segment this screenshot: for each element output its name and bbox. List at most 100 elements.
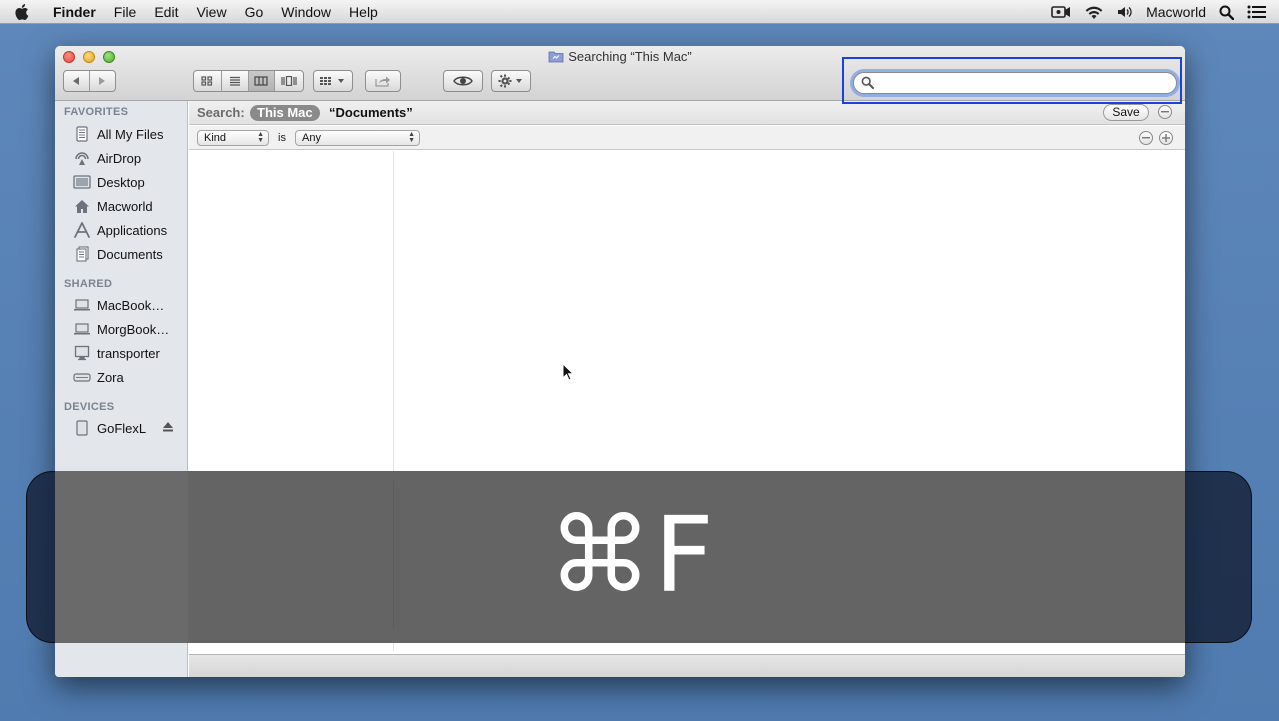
plus-icon (1162, 134, 1170, 142)
sidebar-item-label: MacBook… (97, 297, 165, 313)
minus-icon (1161, 111, 1169, 113)
sidebar-item-transporter[interactable]: transporter (55, 342, 188, 364)
menu-bar: Finder File Edit View Go Window Help Mac… (0, 0, 1279, 24)
sidebar-item-label: Applications (97, 222, 168, 238)
menu-app-name[interactable]: Finder (53, 4, 96, 20)
sidebar-item-morgbook[interactable]: MorgBook… (55, 318, 188, 340)
menu-file[interactable]: File (114, 4, 137, 20)
save-search-button[interactable]: Save (1103, 104, 1149, 121)
server-icon (73, 369, 91, 385)
arrange-icon (320, 77, 344, 85)
desktop-icon (73, 174, 91, 190)
criteria-attribute-value: Kind (204, 132, 227, 144)
user-menu[interactable]: Macworld (1146, 4, 1206, 20)
documents-icon (73, 246, 91, 262)
sidebar-heading-shared: SHARED (64, 278, 113, 290)
search-criteria-row: Kind ▲ ▼ is Any ▲ ▼ (189, 126, 1185, 150)
status-bar (189, 654, 1185, 677)
keyboard-shortcut-label: ⌘F (548, 494, 716, 616)
display-icon (73, 345, 91, 361)
sidebar-item-label: Macworld (97, 198, 153, 214)
sidebar-heading-favorites: FAVORITES (64, 106, 129, 118)
sidebar-item-label: Desktop (97, 174, 145, 190)
eye-icon (453, 76, 473, 86)
back-arrow-icon (73, 77, 80, 85)
sidebar-item-macworld[interactable]: Macworld (55, 195, 188, 217)
minus-icon (1142, 137, 1150, 139)
remove-search-button[interactable] (1158, 105, 1172, 119)
gear-icon (498, 74, 522, 88)
cover-flow-icon (281, 76, 297, 86)
popup-arrows-icon: ▲ ▼ (257, 131, 264, 144)
spotlight-icon[interactable] (1219, 5, 1234, 20)
sidebar-item-zora[interactable]: Zora (55, 366, 188, 388)
eject-icon[interactable] (162, 421, 174, 436)
forward-button[interactable] (90, 71, 115, 91)
search-icon (861, 76, 874, 94)
share-icon (375, 76, 390, 87)
menu-window[interactable]: Window (281, 4, 331, 20)
notification-center-icon[interactable] (1247, 5, 1267, 19)
apple-menu-icon[interactable] (15, 3, 37, 21)
menu-go[interactable]: Go (245, 4, 264, 20)
arrange-button[interactable] (313, 70, 353, 92)
icon-view-button[interactable] (194, 71, 222, 91)
sidebar-item-applications[interactable]: Applications (55, 219, 188, 241)
action-menu-button[interactable] (491, 70, 531, 92)
all-files-icon (73, 126, 91, 142)
menu-edit[interactable]: Edit (154, 4, 178, 20)
sidebar-item-label: Documents (97, 246, 163, 262)
search-scope-bar: Search: This Mac “Documents” Save (189, 101, 1185, 125)
volume-icon[interactable] (1117, 5, 1133, 19)
sidebar-item-label: GoFlexL (97, 420, 147, 436)
overlay-column-divider (393, 481, 394, 629)
sidebar-item-label: transporter (97, 345, 160, 361)
share-button[interactable] (365, 70, 401, 92)
sidebar-item-desktop[interactable]: Desktop (55, 171, 188, 193)
sidebar-item-label: MorgBook… (97, 321, 170, 337)
search-scope-label: Search: (197, 105, 245, 120)
cover-flow-button[interactable] (275, 71, 303, 91)
laptop-icon (73, 321, 91, 337)
quick-look-button[interactable] (443, 70, 483, 92)
sidebar-item-goflexl[interactable]: GoFlexL (55, 417, 188, 439)
back-button[interactable] (64, 71, 90, 91)
airdrop-icon (73, 150, 91, 166)
sidebar-item-all-my-files[interactable]: All My Files (55, 123, 188, 145)
column-view-button[interactable] (248, 71, 276, 91)
list-view-icon (229, 76, 240, 86)
menu-help[interactable]: Help (349, 4, 378, 20)
criteria-operator-label: is (278, 132, 286, 144)
wifi-icon[interactable] (1084, 5, 1104, 20)
add-criteria-button[interactable] (1159, 131, 1173, 145)
sidebar-heading-devices: DEVICES (64, 401, 115, 413)
column-view-icon (254, 76, 268, 86)
sidebar-item-label: AirDrop (97, 150, 142, 166)
view-mode-control (193, 70, 304, 92)
sidebar-item-airdrop[interactable]: AirDrop (55, 147, 188, 169)
sidebar-item-macbook[interactable]: MacBook… (55, 294, 188, 316)
applications-icon (73, 222, 91, 238)
scope-documents-button[interactable]: “Documents” (329, 105, 413, 120)
criteria-value-popup[interactable]: Any ▲ ▼ (295, 130, 420, 146)
sidebar-item-label: All My Files (97, 126, 164, 142)
smart-folder-icon (548, 50, 564, 66)
popup-arrows-icon: ▲ ▼ (408, 131, 415, 144)
search-field[interactable] (853, 72, 1177, 94)
overlay-sidebar-region (55, 471, 188, 643)
mouse-pointer-icon (562, 362, 575, 386)
search-input[interactable] (878, 75, 1168, 91)
home-icon (73, 198, 91, 214)
icon-view-icon (201, 76, 213, 86)
forward-arrow-icon (99, 77, 106, 85)
sidebar-item-documents[interactable]: Documents (55, 243, 188, 265)
drive-icon (73, 420, 91, 436)
menu-view[interactable]: View (196, 4, 226, 20)
scope-this-mac-button[interactable]: This Mac (250, 105, 320, 121)
sidebar-item-label: Zora (97, 369, 124, 385)
remove-criteria-button[interactable] (1139, 131, 1153, 145)
search-field-highlight (842, 57, 1182, 104)
list-view-button[interactable] (222, 71, 249, 91)
screen-recording-icon[interactable] (1051, 5, 1071, 19)
criteria-attribute-popup[interactable]: Kind ▲ ▼ (197, 130, 269, 146)
